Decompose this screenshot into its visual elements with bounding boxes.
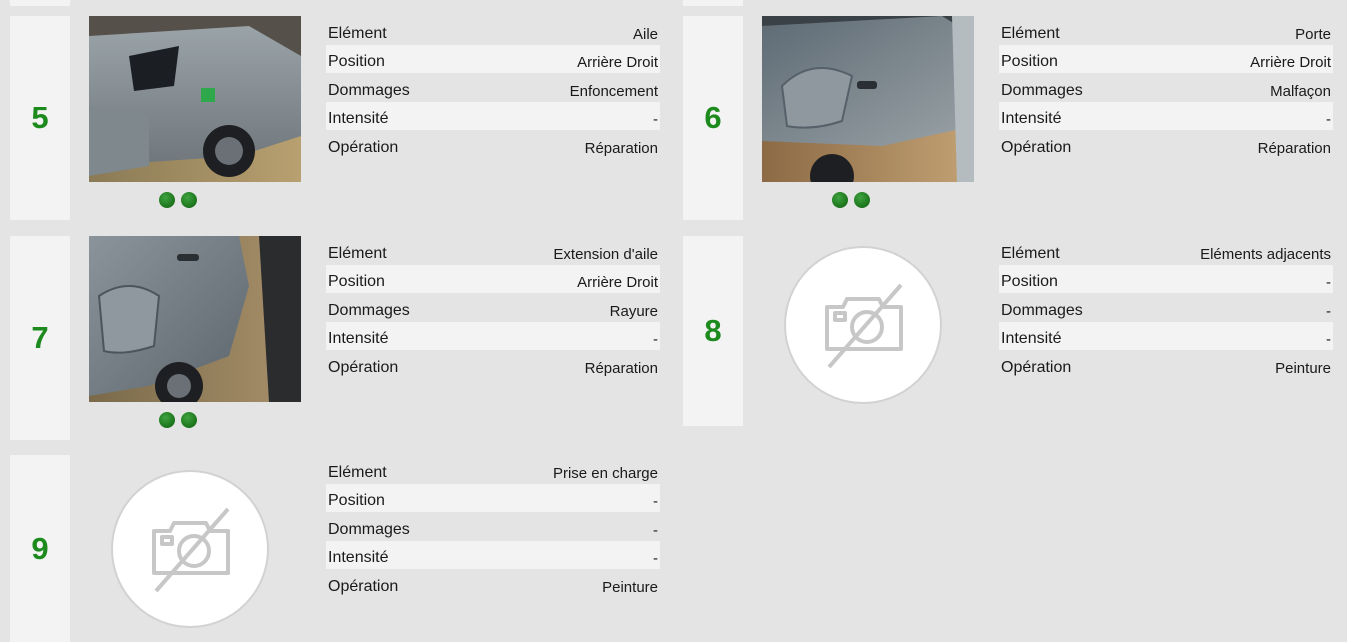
- dommages-value: Rayure: [609, 302, 658, 320]
- position-value: Arrière Droit: [1250, 54, 1331, 72]
- damage-number-panel: 7: [10, 236, 70, 440]
- intensite-value: -: [653, 331, 658, 349]
- photo-pager: [832, 192, 870, 208]
- detail-row-intensite: Intensité -: [999, 321, 1333, 351]
- previous-card-stub: [683, 0, 743, 6]
- photo-dot[interactable]: [159, 412, 175, 428]
- photo-dot[interactable]: [181, 192, 197, 208]
- detail-row-element: Elément Prise en charge: [328, 463, 658, 482]
- damage-details: Elément Aile Position Arrière Droit Dommag…: [326, 16, 660, 159]
- damage-photo[interactable]: [89, 16, 301, 182]
- detail-row-dommages: Dommages Malfaçon: [1001, 81, 1331, 100]
- intensite-value: -: [1326, 331, 1331, 349]
- detail-row-intensite: Intensité -: [326, 540, 660, 570]
- detail-row-operation: Opération Réparation: [1001, 138, 1331, 157]
- detail-row-intensite: Intensité -: [326, 101, 660, 131]
- photo-dot[interactable]: [854, 192, 870, 208]
- operation-value: Peinture: [602, 578, 658, 596]
- intensite-value: -: [653, 550, 658, 568]
- photo-dot[interactable]: [181, 412, 197, 428]
- dommages-value: Malfaçon: [1270, 82, 1331, 100]
- photo-dot[interactable]: [832, 192, 848, 208]
- damage-card: 7 Elément Extension d'aile Position Arri…: [10, 236, 673, 440]
- detail-row-dommages: Dommages -: [328, 520, 658, 539]
- photo-pager: [159, 192, 197, 208]
- damage-number: 7: [31, 320, 49, 355]
- detail-row-dommages: Dommages -: [1001, 301, 1331, 320]
- element-value: Prise en charge: [552, 464, 658, 482]
- damage-number-panel: 8: [683, 236, 743, 426]
- detail-row-element: Elément Eléments adjacents: [1001, 244, 1331, 263]
- detail-row-position: Position -: [999, 264, 1333, 294]
- operation-value: Réparation: [584, 139, 658, 157]
- detail-row-operation: Opération Peinture: [328, 577, 658, 596]
- element-value: Eléments adjacents: [1200, 245, 1331, 263]
- damage-number-panel: 6: [683, 16, 743, 220]
- damage-number: 8: [704, 313, 722, 348]
- element-value: Aile: [632, 25, 658, 43]
- detail-row-dommages: Dommages Rayure: [328, 301, 658, 320]
- detail-row-position: Position Arrière Droit: [999, 44, 1333, 74]
- damage-photo[interactable]: [762, 16, 974, 182]
- damage-details: Elément Prise en charge Position - Dommage…: [326, 455, 660, 598]
- damage-number: 9: [31, 530, 49, 566]
- detail-row-operation: Opération Réparation: [328, 358, 658, 377]
- intensite-value: -: [1326, 111, 1331, 129]
- no-photo-icon: [110, 469, 270, 629]
- dommages-value: Enfoncement: [569, 82, 658, 100]
- damage-number: 5: [31, 100, 49, 135]
- damage-details: Elément Eléments adjacents Position - Domm…: [999, 236, 1333, 379]
- dommages-value: -: [653, 521, 658, 539]
- damage-number-panel: 5: [10, 16, 70, 220]
- detail-row-element: Elément Extension d'aile: [328, 244, 658, 263]
- detail-row-element: Elément Aile: [328, 24, 658, 43]
- detail-row-operation: Opération Peinture: [1001, 358, 1331, 377]
- damage-card: 8 Elément Eléments adjacents Position - Do…: [683, 236, 1346, 426]
- operation-value: Réparation: [1257, 139, 1331, 157]
- dommages-value: -: [1326, 302, 1331, 320]
- position-value: Arrière Droit: [577, 54, 658, 72]
- position-value: Arrière Droit: [577, 274, 658, 292]
- detail-row-intensite: Intensité -: [999, 101, 1333, 131]
- photo-dot[interactable]: [159, 192, 175, 208]
- detail-row-element: Elément Porte: [1001, 24, 1331, 43]
- damage-photo[interactable]: [89, 236, 301, 402]
- damage-card: 9 Elément Prise en charge Position - Domma…: [10, 455, 673, 642]
- previous-card-stub: [10, 0, 70, 6]
- operation-value: Réparation: [584, 359, 658, 377]
- element-value: Porte: [1295, 25, 1331, 43]
- operation-value: Peinture: [1275, 359, 1331, 377]
- detail-row-operation: Opération Réparation: [328, 138, 658, 157]
- position-value: -: [1326, 274, 1331, 292]
- detail-row-position: Position Arrière Droit: [326, 264, 660, 294]
- intensite-value: -: [653, 111, 658, 129]
- detail-row-intensite: Intensité -: [326, 321, 660, 351]
- damage-details: Elément Extension d'aile Position Arrière …: [326, 236, 660, 379]
- damage-number: 6: [704, 100, 722, 135]
- damage-card: 5 Elément Aile Position Arrière Droit Do…: [10, 16, 673, 220]
- damage-details: Elément Porte Position Arrière Droit Domma…: [999, 16, 1333, 159]
- detail-row-position: Position -: [326, 483, 660, 513]
- damage-card: 6 Elément Porte Position Arrière Droit D…: [683, 16, 1346, 220]
- detail-row-dommages: Dommages Enfoncement: [328, 81, 658, 100]
- no-photo-icon: [783, 245, 943, 405]
- position-value: -: [653, 493, 658, 511]
- photo-pager: [159, 412, 197, 428]
- damage-number-panel: 9: [10, 455, 70, 642]
- detail-row-position: Position Arrière Droit: [326, 44, 660, 74]
- element-value: Extension d'aile: [553, 245, 658, 263]
